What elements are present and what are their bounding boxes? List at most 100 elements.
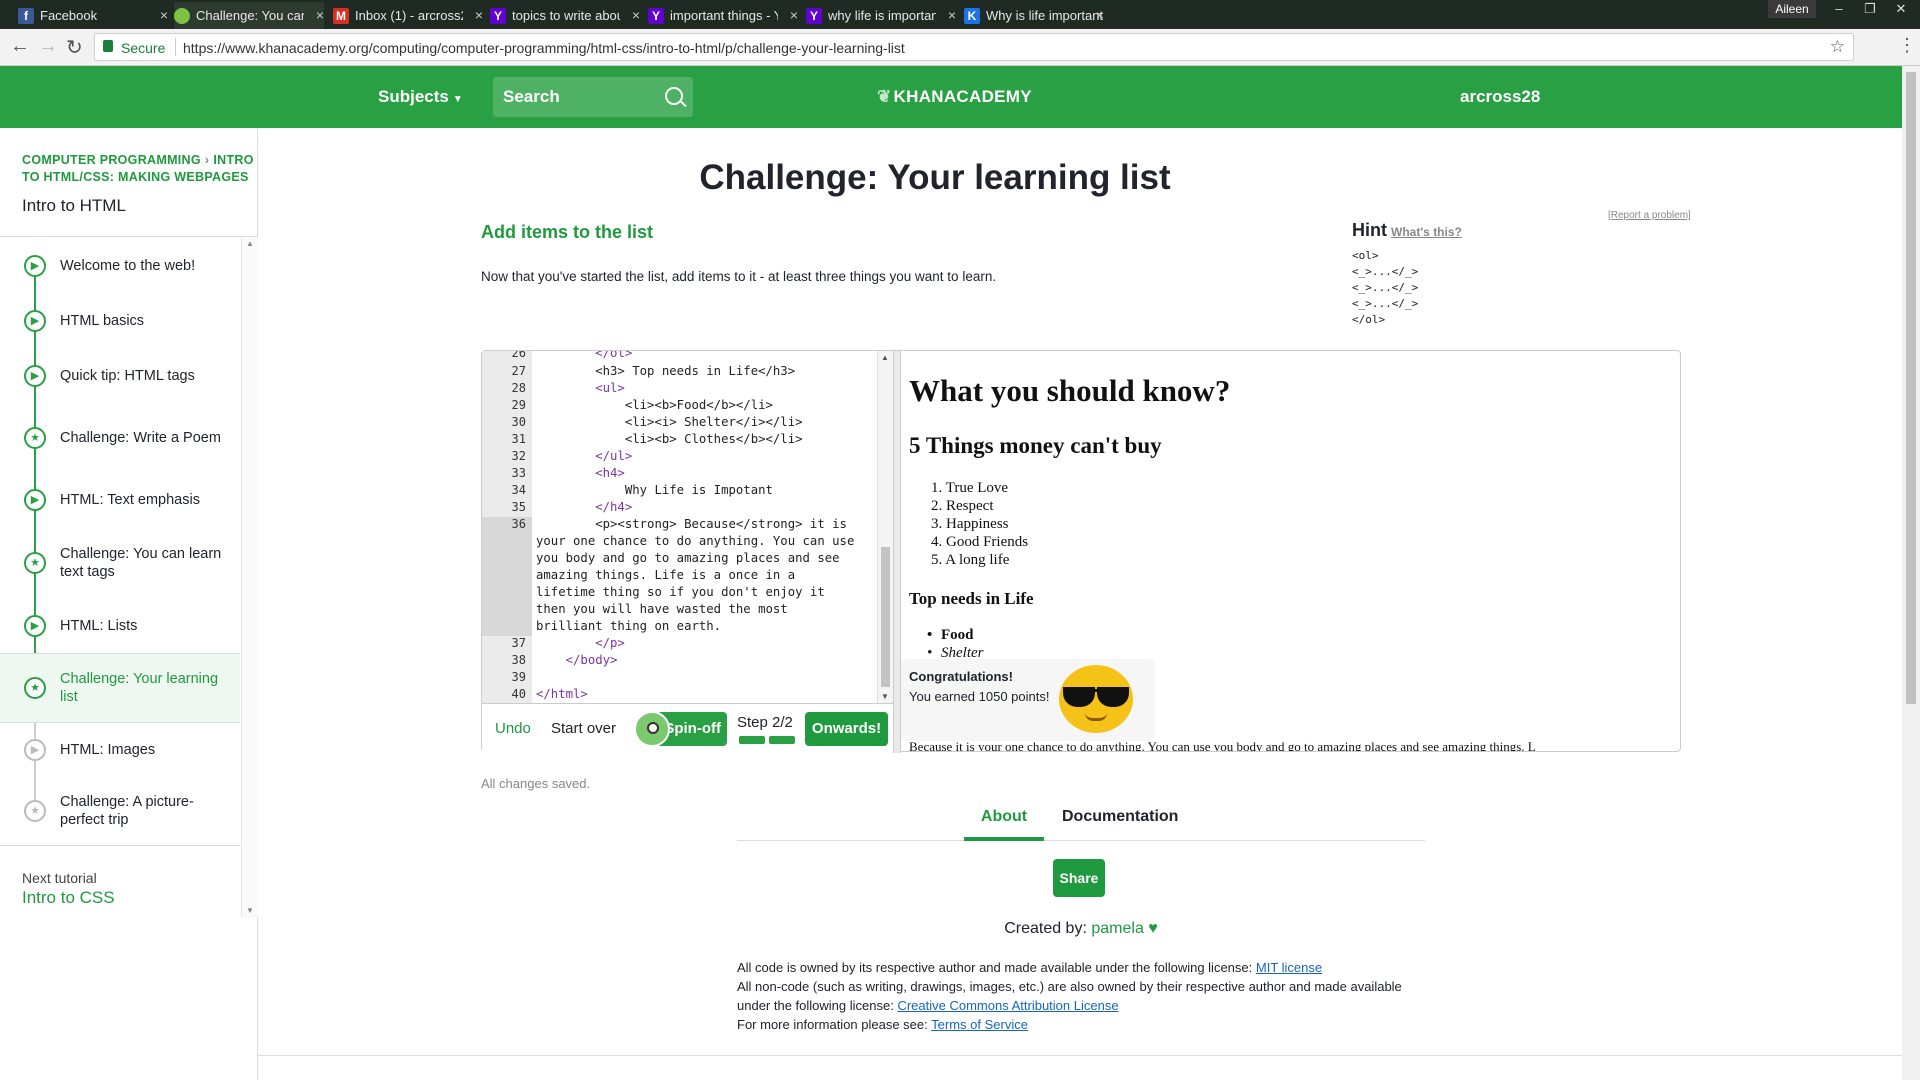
editor-scrollbar[interactable]: ▲ ▼ [877, 351, 893, 703]
tab-why-life[interactable]: Y why life is important - Ya × [806, 2, 956, 29]
tab-topics[interactable]: Y topics to write about - Y × [490, 2, 640, 29]
user-menu[interactable]: arcross28 [1460, 87, 1540, 107]
tab-about[interactable]: About [964, 808, 1044, 841]
play-icon: ▶ [24, 615, 46, 637]
tab-why-is-life[interactable]: K Why is life important × [964, 2, 1354, 29]
forward-icon[interactable]: → [38, 35, 58, 58]
page-title: Challenge: Your learning list [699, 158, 1171, 197]
share-button[interactable]: Share [1053, 859, 1105, 897]
yahoo-icon: Y [648, 8, 664, 24]
restore-icon[interactable]: ❐ [1855, 0, 1885, 18]
lesson-list: ▶ Welcome to the web! ▶ HTML basics ▶ Quick… [0, 237, 240, 845]
khan-leaf-icon [174, 8, 190, 24]
lesson-item[interactable]: ▶ Quick tip: HTML tags [0, 348, 240, 403]
step-segment [739, 736, 765, 744]
play-icon: ▶ [24, 254, 46, 277]
lesson-item-active[interactable]: ★ Challenge: Your learning list [0, 653, 240, 723]
profile-name[interactable]: Aileen [1768, 0, 1816, 18]
divider [175, 38, 176, 56]
lesson-item[interactable]: ▶ Welcome to the web! [0, 237, 240, 294]
report-problem-link[interactable]: [Report a problem] [1608, 210, 1691, 221]
list-item: 5. A long life [931, 552, 1010, 568]
close-window-icon[interactable]: ✕ [1886, 0, 1916, 18]
divider [258, 1055, 1902, 1056]
pane-divider[interactable] [893, 351, 901, 753]
code-line: then you will have wasted the most [536, 602, 788, 616]
lesson-item[interactable]: ▶ HTML basics [0, 294, 240, 348]
minimize-icon[interactable]: – [1824, 0, 1854, 18]
lesson-item[interactable]: ★ Challenge: A picture-perfect trip [0, 777, 240, 845]
url-text[interactable]: https://www.khanacademy.org/computing/co… [183, 40, 905, 56]
page-scrollbar[interactable] [1902, 66, 1920, 1080]
code-line: lifetime thing so if you don't enjoy it [536, 585, 825, 599]
search-icon[interactable] [665, 87, 683, 105]
scroll-up-icon[interactable]: ▲ [881, 353, 889, 362]
menu-kebab-icon[interactable]: ⋮ [1898, 35, 1916, 56]
step-title: Add items to the list [481, 222, 654, 242]
close-icon[interactable]: × [948, 7, 956, 23]
mit-license-link[interactable]: MIT license [1256, 960, 1322, 975]
bookmark-star-icon[interactable]: ☆ [1830, 37, 1845, 57]
created-by: Created by: pamela ♥ [737, 920, 1425, 938]
scroll-thumb[interactable] [1906, 72, 1916, 704]
back-icon[interactable]: ← [10, 35, 30, 58]
scroll-down-icon[interactable]: ▼ [881, 692, 889, 701]
sidebar-scrollbar[interactable]: ▲ ▼ [241, 237, 258, 917]
reload-icon[interactable]: ↻ [66, 35, 83, 60]
browser-tab-bar: f Facebook × Challenge: You can learn × … [0, 0, 1920, 29]
khan-academy-logo[interactable]: ❦ KHANACADEMY [877, 87, 1032, 107]
list-item-text: True Love [945, 480, 1009, 496]
cc-license-link[interactable]: Creative Commons Attribution License [897, 998, 1118, 1013]
line-number: 37 [511, 636, 526, 650]
subjects-menu[interactable]: Subjects ▼ [378, 87, 463, 107]
scroll-thumb[interactable] [881, 547, 890, 687]
license-text-3: For more information please see: [737, 1017, 928, 1032]
line-number: 36 [511, 517, 526, 531]
code-line: <h4> [536, 466, 625, 480]
code-line: <li><b> Clothes</b></li> [536, 432, 803, 446]
onwards-button[interactable]: Onwards! [805, 712, 888, 746]
breadcrumb[interactable]: COMPUTER PROGRAMMING › INTRO TO HTML/CSS: … [22, 152, 258, 186]
hint-label: Hint [1352, 220, 1387, 240]
search-input[interactable]: Search [493, 77, 693, 117]
congratulations-popup: Congratulations! You earned 1050 points! [901, 659, 1155, 741]
terms-link[interactable]: Terms of Service [931, 1017, 1028, 1032]
lesson-item[interactable]: ★ Challenge: You can learn text tags [0, 527, 240, 599]
code-editor[interactable]: 26 27 28 29 30 31 32 33 34 35 36 37 38 3… [482, 351, 893, 703]
start-over-button[interactable]: Start over [551, 720, 616, 737]
bullet-icon: • [927, 627, 933, 643]
address-bar[interactable]: Secure https://www.khanacademy.org/compu… [94, 33, 1854, 61]
code-line: brilliant thing on earth. [536, 619, 722, 633]
lesson-item[interactable]: ★ Challenge: Write a Poem [0, 403, 240, 473]
undo-button[interactable]: Undo [495, 720, 531, 737]
line-number: 30 [511, 415, 526, 429]
yahoo-icon: Y [806, 8, 822, 24]
play-icon: ▶ [24, 489, 46, 511]
tab-facebook[interactable]: f Facebook × [18, 2, 168, 29]
tab-documentation[interactable]: Documentation [1062, 808, 1178, 826]
lesson-item[interactable]: ▶ HTML: Images [0, 723, 240, 777]
next-tutorial-link[interactable]: Intro to CSS [22, 888, 115, 908]
line-number: 40 [511, 687, 526, 701]
browser-toolbar: ← → ↻ Secure https://www.khanacademy.org… [0, 29, 1920, 66]
tab-challenge[interactable]: Challenge: You can learn × [174, 2, 324, 29]
step-indicator: Step 2/2 [737, 714, 793, 731]
close-icon[interactable]: × [475, 7, 483, 23]
code-line: Why Life is Impotant [536, 483, 773, 497]
whats-this-link[interactable]: What's this? [1391, 225, 1462, 239]
lesson-item[interactable]: ▶ HTML: Text emphasis [0, 473, 240, 527]
close-icon[interactable]: × [790, 7, 798, 23]
author-link[interactable]: pamela [1091, 920, 1143, 937]
breadcrumb-course[interactable]: COMPUTER PROGRAMMING [22, 153, 201, 167]
tab-inbox[interactable]: M Inbox (1) - arcross28@g × [333, 2, 483, 29]
close-icon[interactable]: × [1096, 7, 1104, 23]
scroll-down-icon[interactable]: ▼ [246, 906, 254, 915]
lesson-item[interactable]: ▶ HTML: Lists [0, 599, 240, 653]
tab-important-things[interactable]: Y important things - Yahoo × [648, 2, 798, 29]
lesson-label: Challenge: You can learn text tags [60, 546, 222, 580]
close-icon[interactable]: × [632, 7, 640, 23]
close-icon[interactable]: × [160, 7, 168, 23]
scroll-up-icon[interactable]: ▲ [246, 239, 254, 248]
next-tutorial-label: Next tutorial [22, 870, 97, 886]
close-icon[interactable]: × [316, 7, 324, 23]
